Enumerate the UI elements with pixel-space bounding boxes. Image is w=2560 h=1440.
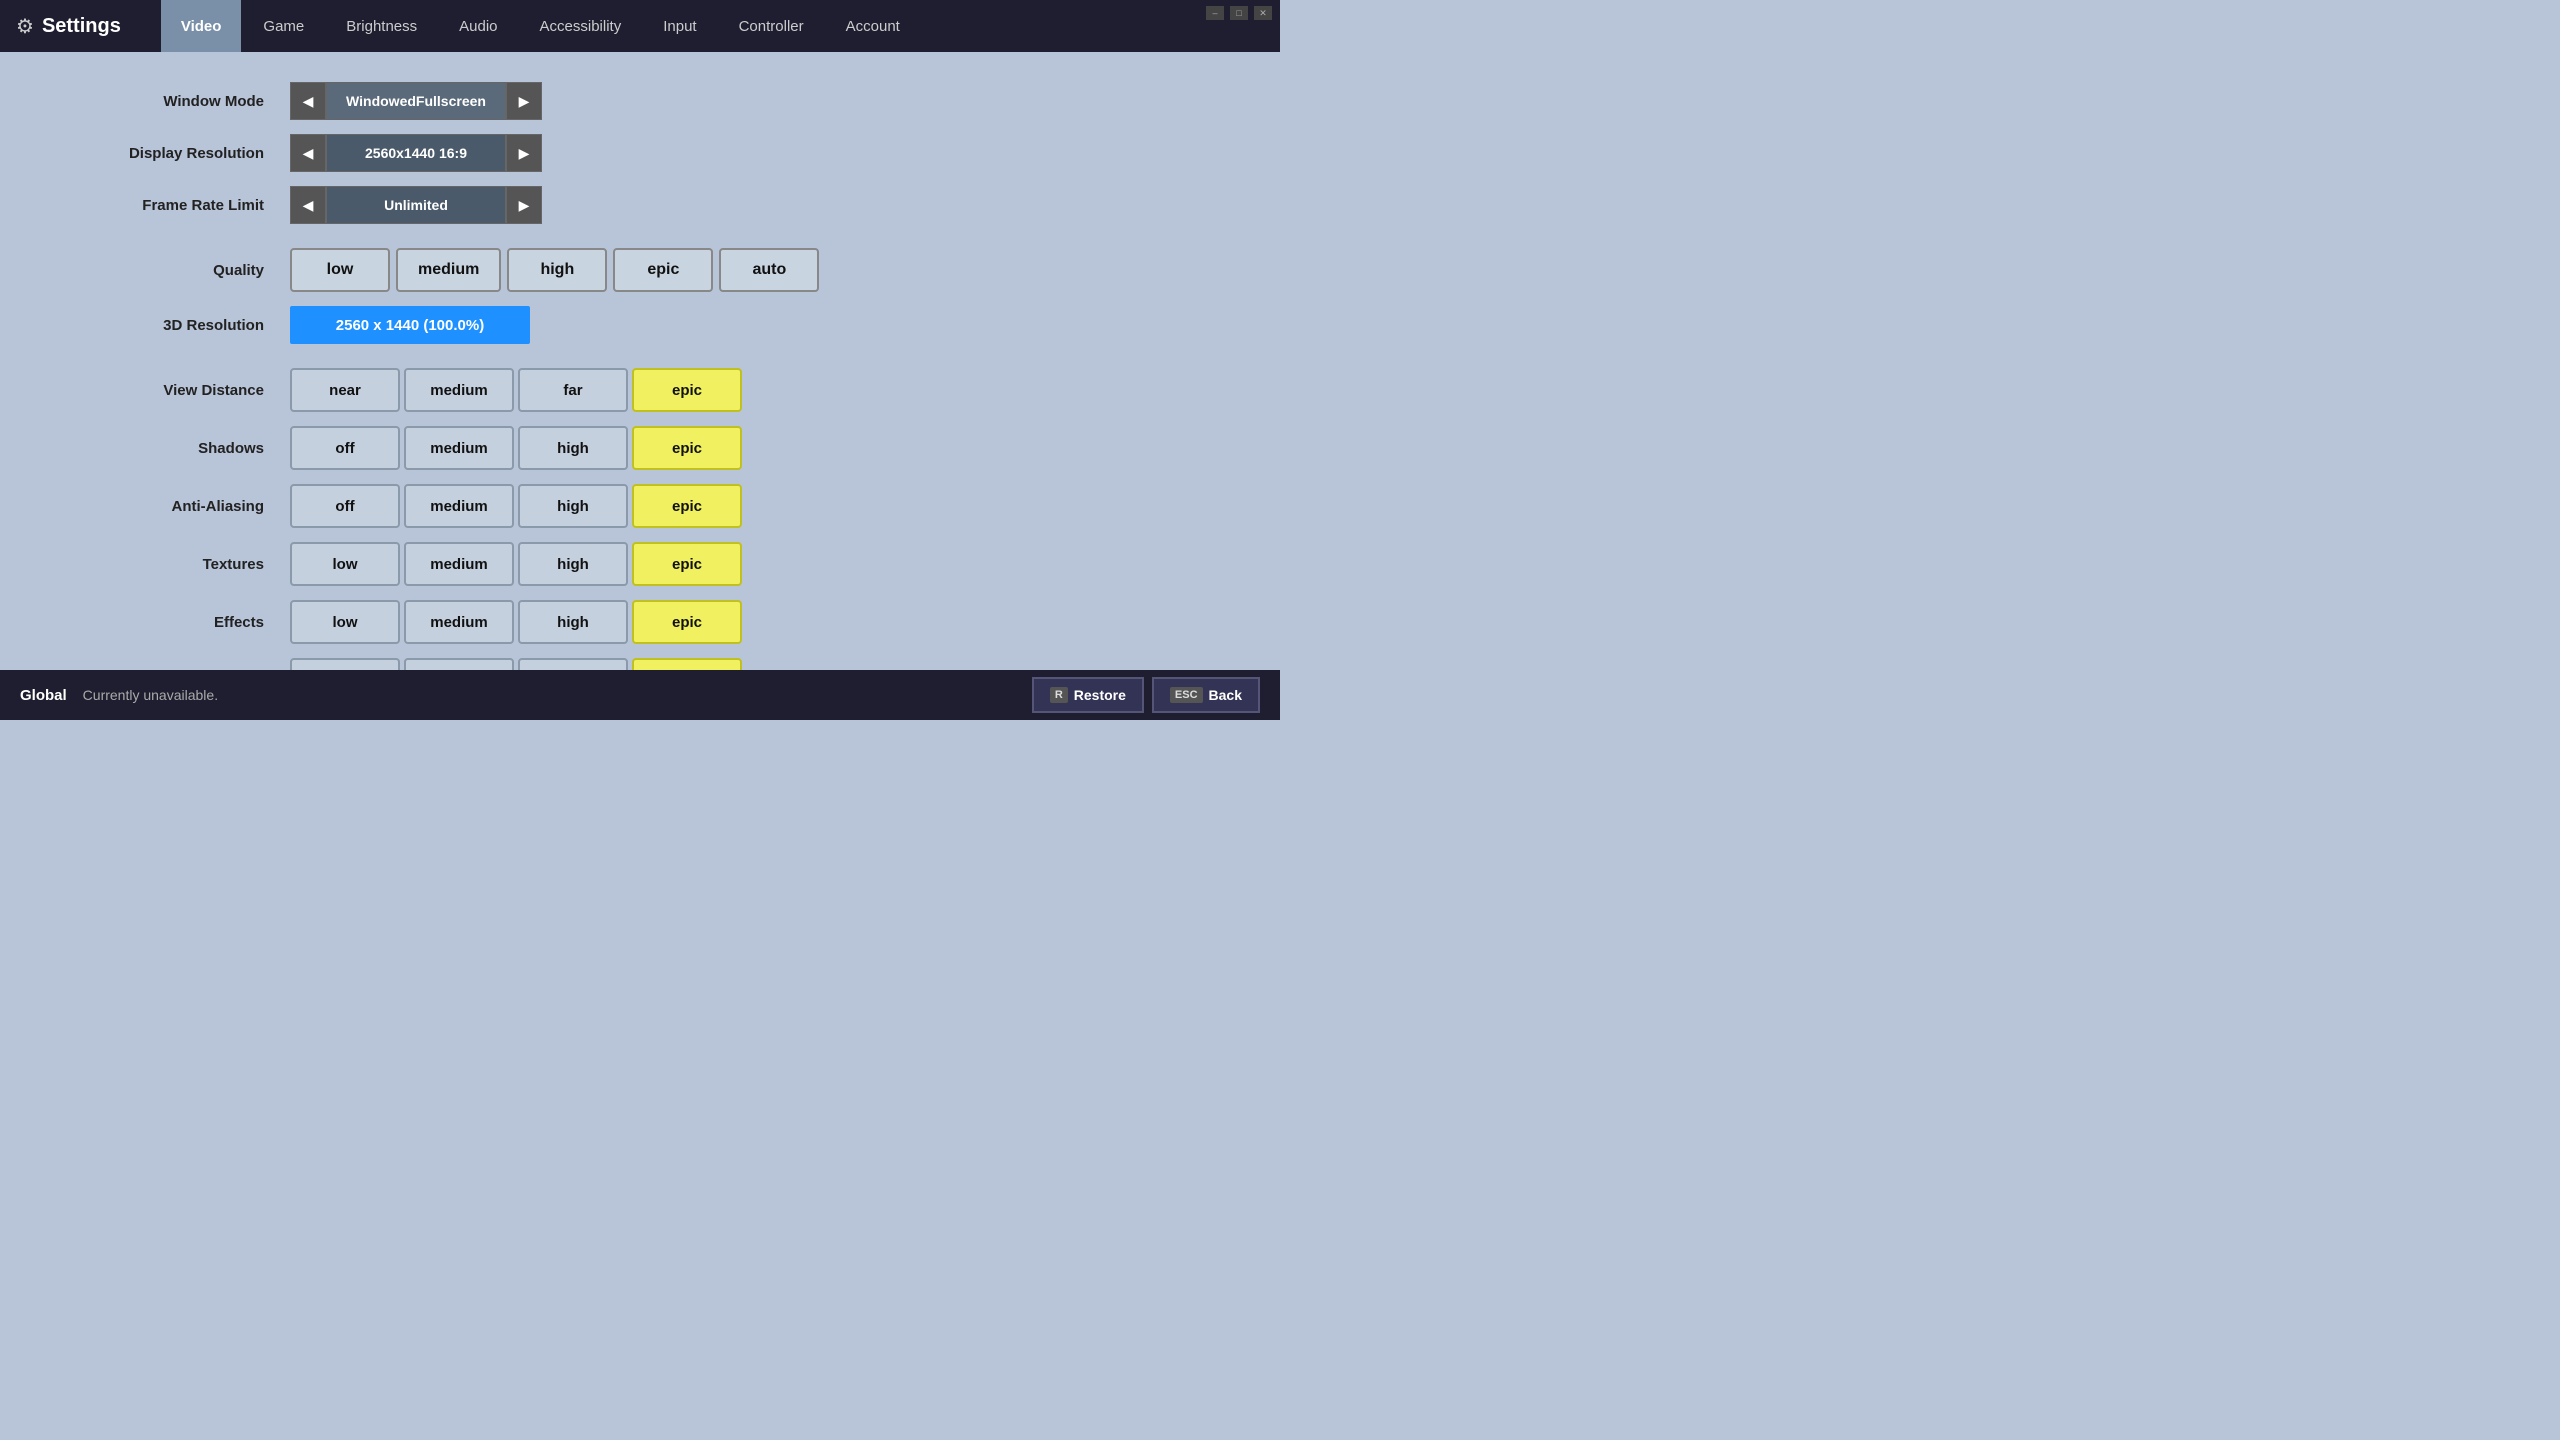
effects-epic[interactable]: epic <box>632 600 742 644</box>
close-button[interactable]: ✕ <box>1254 6 1272 20</box>
tab-accessibility[interactable]: Accessibility <box>520 0 642 52</box>
anti-aliasing-epic[interactable]: epic <box>632 484 742 528</box>
back-button[interactable]: ESC Back <box>1152 677 1260 713</box>
post-processing-medium[interactable]: medium <box>404 658 514 670</box>
main-content: Window Mode ◀ WindowedFullscreen ▶ Displ… <box>0 52 1280 670</box>
shadows-high[interactable]: high <box>518 426 628 470</box>
tab-input[interactable]: Input <box>643 0 716 52</box>
bottom-left: Global Currently unavailable. <box>20 687 218 704</box>
quality-epic[interactable]: epic <box>613 248 713 292</box>
tab-brightness[interactable]: Brightness <box>326 0 437 52</box>
back-label: Back <box>1209 687 1242 703</box>
back-key: ESC <box>1170 687 1203 703</box>
restore-key: R <box>1050 687 1068 703</box>
frame-rate-label: Frame Rate Limit <box>60 197 280 214</box>
shadows-row: Shadows off medium high epic <box>60 426 1220 470</box>
post-processing-row: Post Processing low medium high epic <box>60 658 1220 670</box>
status-text: Currently unavailable. <box>83 687 218 703</box>
post-processing-options: low medium high epic <box>290 658 742 670</box>
window-mode-row: Window Mode ◀ WindowedFullscreen ▶ <box>60 82 1220 120</box>
view-distance-row: View Distance near medium far epic <box>60 368 1220 412</box>
view-distance-epic[interactable]: epic <box>632 368 742 412</box>
scope-label: Global <box>20 687 67 704</box>
restore-button[interactable]: R Restore <box>1032 677 1144 713</box>
window-mode-prev[interactable]: ◀ <box>290 82 326 120</box>
effects-high[interactable]: high <box>518 600 628 644</box>
effects-medium[interactable]: medium <box>404 600 514 644</box>
anti-aliasing-medium[interactable]: medium <box>404 484 514 528</box>
post-processing-epic[interactable]: epic <box>632 658 742 670</box>
nav-bar: ⚙ Settings Video Game Brightness Audio A… <box>0 0 1280 52</box>
tab-controller[interactable]: Controller <box>719 0 824 52</box>
frame-rate-row: Frame Rate Limit ◀ Unlimited ▶ <box>60 186 1220 224</box>
anti-aliasing-options: off medium high epic <box>290 484 742 528</box>
display-resolution-next[interactable]: ▶ <box>506 134 542 172</box>
bottom-right: R Restore ESC Back <box>1032 677 1260 713</box>
quality-label: Quality <box>60 262 280 279</box>
textures-label: Textures <box>60 556 280 573</box>
view-distance-medium[interactable]: medium <box>404 368 514 412</box>
maximize-button[interactable]: □ <box>1230 6 1248 20</box>
bottom-bar: Global Currently unavailable. R Restore … <box>0 670 1280 720</box>
frame-rate-value: Unlimited <box>326 186 506 224</box>
tab-account[interactable]: Account <box>826 0 920 52</box>
quality-row: Quality low medium high epic auto <box>60 248 1220 292</box>
anti-aliasing-label: Anti-Aliasing <box>60 498 280 515</box>
minimize-button[interactable]: – <box>1206 6 1224 20</box>
quality-group: low medium high epic auto <box>290 248 819 292</box>
window-mode-value: WindowedFullscreen <box>326 82 506 120</box>
settings-icon: ⚙ <box>16 14 34 39</box>
display-resolution-prev[interactable]: ◀ <box>290 134 326 172</box>
textures-high[interactable]: high <box>518 542 628 586</box>
quality-auto[interactable]: auto <box>719 248 819 292</box>
effects-row: Effects low medium high epic <box>60 600 1220 644</box>
quality-low[interactable]: low <box>290 248 390 292</box>
view-distance-near[interactable]: near <box>290 368 400 412</box>
frame-rate-next[interactable]: ▶ <box>506 186 542 224</box>
view-distance-options: near medium far epic <box>290 368 742 412</box>
post-processing-high[interactable]: high <box>518 658 628 670</box>
shadows-label: Shadows <box>60 440 280 457</box>
display-resolution-row: Display Resolution ◀ 2560x1440 16:9 ▶ <box>60 134 1220 172</box>
view-distance-label: View Distance <box>60 382 280 399</box>
frame-rate-prev[interactable]: ◀ <box>290 186 326 224</box>
shadows-options: off medium high epic <box>290 426 742 470</box>
tab-audio[interactable]: Audio <box>439 0 517 52</box>
effects-options: low medium high epic <box>290 600 742 644</box>
3d-resolution-value[interactable]: 2560 x 1440 (100.0%) <box>290 306 530 344</box>
anti-aliasing-off[interactable]: off <box>290 484 400 528</box>
frame-rate-selector: ◀ Unlimited ▶ <box>290 186 542 224</box>
tab-video[interactable]: Video <box>161 0 242 52</box>
3d-resolution-row: 3D Resolution 2560 x 1440 (100.0%) <box>60 306 1220 344</box>
display-resolution-label: Display Resolution <box>60 145 280 162</box>
3d-resolution-label: 3D Resolution <box>60 317 280 334</box>
effects-label: Effects <box>60 614 280 631</box>
shadows-off[interactable]: off <box>290 426 400 470</box>
display-resolution-selector: ◀ 2560x1440 16:9 ▶ <box>290 134 542 172</box>
shadows-epic[interactable]: epic <box>632 426 742 470</box>
restore-label: Restore <box>1074 687 1126 703</box>
view-distance-far[interactable]: far <box>518 368 628 412</box>
quality-high[interactable]: high <box>507 248 607 292</box>
textures-row: Textures low medium high epic <box>60 542 1220 586</box>
quality-medium[interactable]: medium <box>396 248 501 292</box>
textures-medium[interactable]: medium <box>404 542 514 586</box>
display-resolution-value: 2560x1440 16:9 <box>326 134 506 172</box>
window-controls: – □ ✕ <box>1206 6 1272 20</box>
textures-options: low medium high epic <box>290 542 742 586</box>
tab-game[interactable]: Game <box>243 0 324 52</box>
window-mode-label: Window Mode <box>60 93 280 110</box>
textures-epic[interactable]: epic <box>632 542 742 586</box>
app-title: Settings <box>42 15 121 38</box>
post-processing-low[interactable]: low <box>290 658 400 670</box>
window-mode-selector: ◀ WindowedFullscreen ▶ <box>290 82 542 120</box>
shadows-medium[interactable]: medium <box>404 426 514 470</box>
anti-aliasing-row: Anti-Aliasing off medium high epic <box>60 484 1220 528</box>
effects-low[interactable]: low <box>290 600 400 644</box>
window-mode-next[interactable]: ▶ <box>506 82 542 120</box>
anti-aliasing-high[interactable]: high <box>518 484 628 528</box>
textures-low[interactable]: low <box>290 542 400 586</box>
nav-tabs: Video Game Brightness Audio Accessibilit… <box>161 0 920 52</box>
